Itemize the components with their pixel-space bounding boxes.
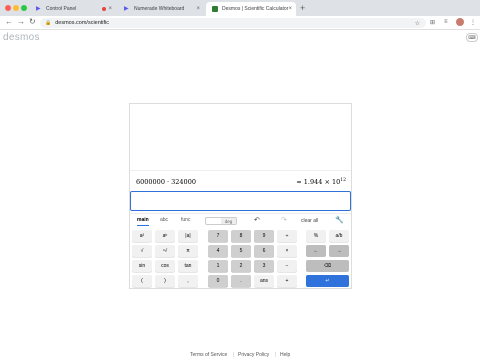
key-abs[interactable]: |a|: [178, 230, 198, 242]
key-pi[interactable]: π: [178, 245, 198, 257]
key-fraction[interactable]: a/b: [329, 230, 349, 242]
key-square[interactable]: a²: [132, 230, 152, 242]
expression-input[interactable]: [130, 191, 351, 211]
key-5[interactable]: 5: [231, 245, 251, 257]
result-mantissa: ≈ 1.944 × 10: [296, 178, 341, 186]
tab-numerade-whiteboard[interactable]: ▶ Numerade Whiteboard ×: [118, 2, 204, 16]
key-7[interactable]: 7: [208, 230, 228, 242]
result-exponent: 12: [340, 178, 346, 183]
media-icon[interactable]: ≡: [444, 19, 448, 25]
tab-label: Desmos | Scientific Calculator: [222, 6, 289, 12]
footer-terms-link[interactable]: Terms of Service: [190, 352, 227, 358]
numerade-icon: ▶: [36, 6, 41, 12]
history-area: [130, 104, 351, 170]
key-backspace[interactable]: ⌫: [306, 260, 349, 272]
profile-avatar[interactable]: [456, 18, 464, 26]
key-open-paren[interactable]: (: [132, 275, 152, 287]
key-close-paren[interactable]: ): [155, 275, 175, 287]
recording-dot-icon: [102, 7, 106, 11]
calculator-panel: 6000000 · 324000 ≈ 1.944 × 1012 main abc…: [129, 103, 352, 289]
close-icon[interactable]: ×: [108, 6, 112, 12]
keyboard-icon: ⌨: [468, 34, 476, 41]
menu-icon[interactable]: ⋮: [470, 19, 476, 26]
keypad-tab-main[interactable]: main: [137, 217, 149, 226]
keyboard-toggle-button[interactable]: ⌨: [466, 33, 478, 42]
redo-icon[interactable]: ↷: [281, 216, 287, 224]
extensions-icon[interactable]: ⊞: [430, 19, 435, 26]
new-tab-button[interactable]: +: [300, 3, 305, 13]
key-nth-root[interactable]: ⁿ√: [155, 245, 175, 257]
bookmark-star-icon[interactable]: ☆: [415, 20, 420, 27]
key-3[interactable]: 3: [254, 260, 274, 272]
desmos-logo[interactable]: desmos: [3, 32, 40, 43]
expression-text: 6000000 · 324000: [136, 178, 196, 186]
footer-privacy-link[interactable]: Privacy Policy: [238, 352, 269, 358]
forward-button[interactable]: →: [17, 17, 25, 26]
key-power[interactable]: aᵇ: [155, 230, 175, 242]
expression-row[interactable]: 6000000 · 324000 ≈ 1.944 × 1012: [130, 170, 351, 191]
reload-button[interactable]: ↻: [29, 17, 36, 26]
key-6[interactable]: 6: [254, 245, 274, 257]
browser-toolbar: ← → ↻ 🔒 desmos.com/scientific ☆ ⊞ ≡ ⋮: [0, 16, 480, 30]
key-8[interactable]: 8: [231, 230, 251, 242]
browser-tab-bar: ▶ Control Panel × ▶ Numerade Whiteboard …: [0, 0, 480, 16]
tab-control-panel[interactable]: ▶ Control Panel ×: [30, 2, 116, 16]
address-bar[interactable]: 🔒 desmos.com/scientific ☆: [40, 18, 426, 28]
key-decimal[interactable]: .: [231, 275, 251, 287]
tab-label: Control Panel: [46, 6, 77, 12]
footer-help-link[interactable]: Help: [280, 352, 290, 358]
keypad-header: main abc func deg ↶ ↷ clear all 🔧: [130, 213, 351, 227]
close-icon[interactable]: ×: [196, 6, 200, 12]
key-comma[interactable]: ,: [178, 275, 198, 287]
key-sin[interactable]: sin: [132, 260, 152, 272]
window-close-button[interactable]: [5, 5, 11, 11]
key-divide[interactable]: ÷: [277, 230, 297, 242]
deg-option[interactable]: deg: [221, 218, 236, 224]
angle-mode-toggle[interactable]: deg: [205, 217, 237, 225]
keypad-tab-func[interactable]: func: [181, 217, 190, 223]
key-tan[interactable]: tan: [178, 260, 198, 272]
key-left-arrow[interactable]: ←: [306, 245, 326, 257]
lock-icon: 🔒: [45, 20, 52, 26]
window-minimize-button[interactable]: [13, 5, 19, 11]
key-multiply[interactable]: ×: [277, 245, 297, 257]
undo-icon[interactable]: ↶: [254, 216, 260, 224]
key-ans[interactable]: ans: [254, 275, 274, 287]
tab-desmos-scientific[interactable]: Desmos | Scientific Calculator ×: [206, 2, 296, 16]
result-text: ≈ 1.944 × 1012: [296, 178, 346, 186]
tab-label: Numerade Whiteboard: [134, 6, 185, 12]
desmos-favicon-icon: [212, 6, 218, 12]
window-zoom-button[interactable]: [21, 5, 27, 11]
key-4[interactable]: 4: [208, 245, 228, 257]
rad-option[interactable]: [206, 218, 221, 224]
key-plus[interactable]: +: [277, 275, 297, 287]
key-minus[interactable]: −: [277, 260, 297, 272]
close-icon[interactable]: ×: [288, 6, 292, 12]
keypad-tab-abc[interactable]: abc: [160, 217, 168, 223]
numerade-icon: ▶: [124, 6, 129, 12]
key-right-arrow[interactable]: →: [329, 245, 349, 257]
settings-wrench-icon[interactable]: 🔧: [335, 216, 344, 224]
footer-separator: |: [233, 352, 235, 358]
key-percent[interactable]: %: [306, 230, 326, 242]
key-enter[interactable]: ↵: [306, 275, 349, 287]
clear-all-button[interactable]: clear all: [301, 218, 318, 224]
key-2[interactable]: 2: [231, 260, 251, 272]
url-text: desmos.com/scientific: [55, 20, 110, 26]
key-1[interactable]: 1: [208, 260, 228, 272]
key-sqrt[interactable]: √: [132, 245, 152, 257]
footer-separator: |: [275, 352, 277, 358]
back-button[interactable]: ←: [5, 17, 13, 26]
key-cos[interactable]: cos: [155, 260, 175, 272]
key-9[interactable]: 9: [254, 230, 274, 242]
key-0[interactable]: 0: [208, 275, 228, 287]
